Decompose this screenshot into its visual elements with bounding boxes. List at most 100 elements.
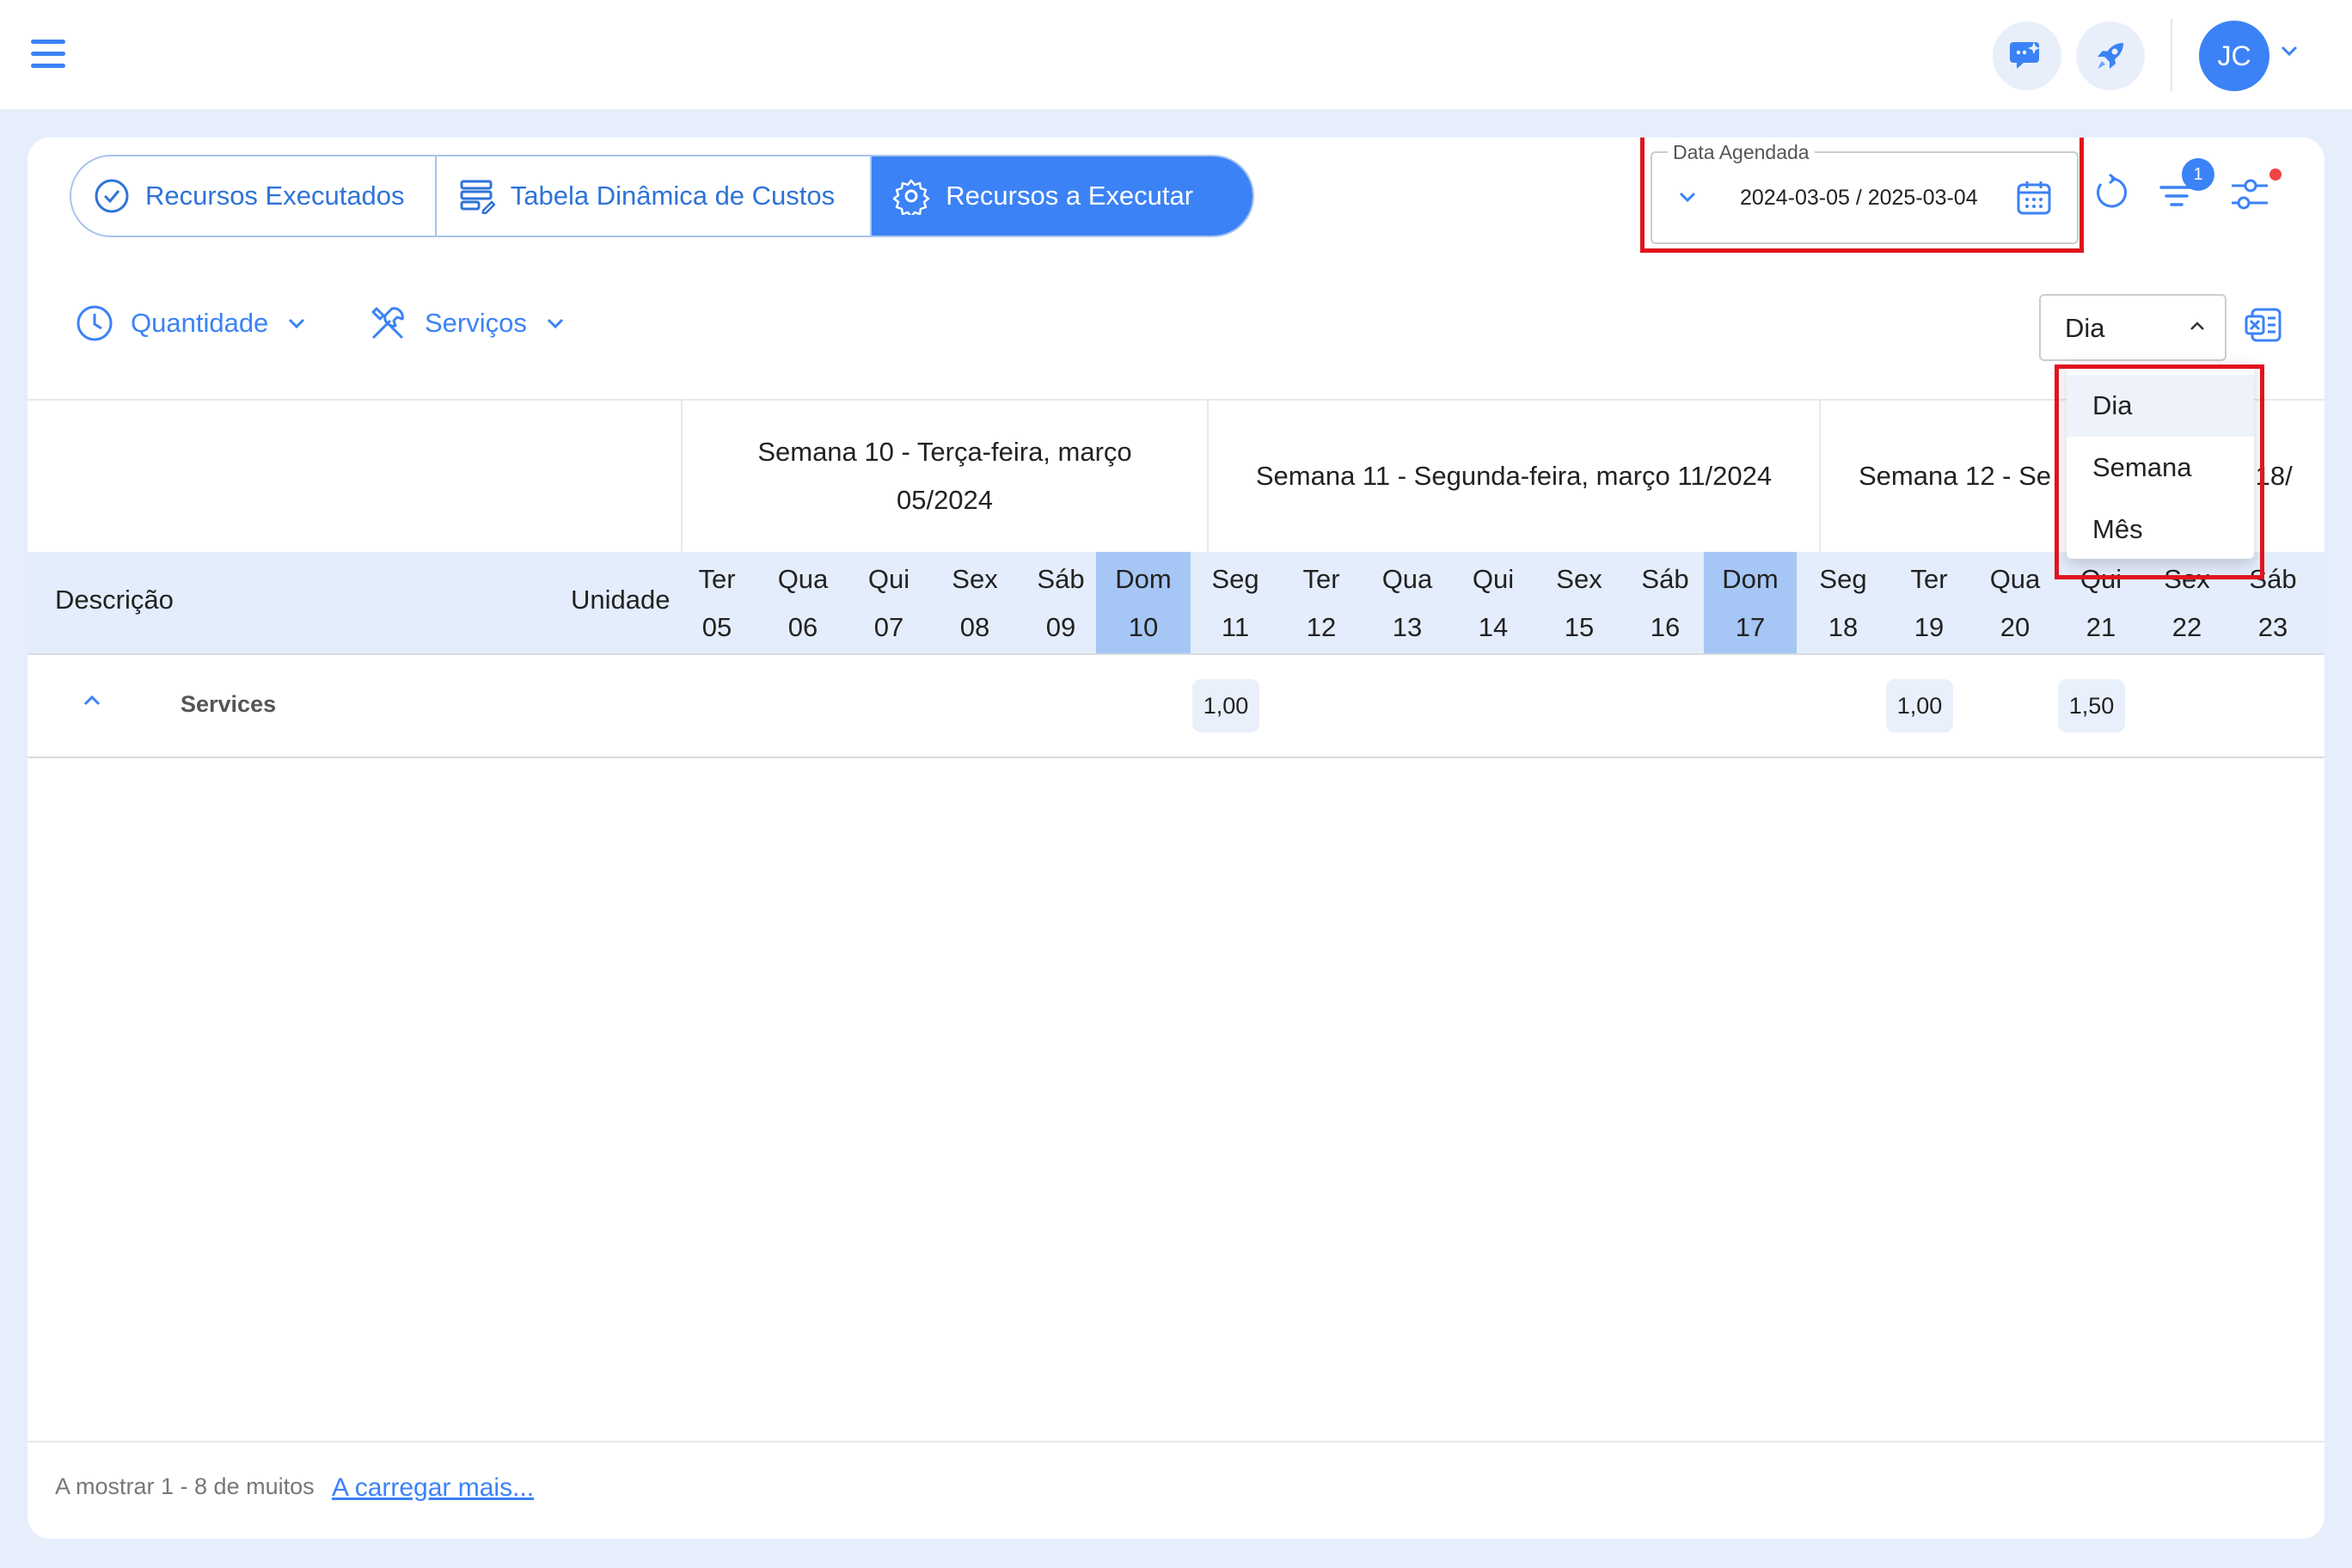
date-range-value[interactable]: 2024-03-05 / 2025-03-04: [1740, 186, 1978, 211]
day-number: 17: [1735, 612, 1766, 642]
tab-tabela-dinamica[interactable]: Tabela Dinâmica de Custos: [437, 156, 873, 236]
rocket-icon[interactable]: [2076, 21, 2145, 90]
day-column-header: Sex 15: [1536, 552, 1622, 653]
refresh-icon[interactable]: [2092, 173, 2130, 216]
week-label: Semana 10 - Terça-feira, março: [757, 437, 1132, 467]
day-column-header: Seg 18: [1800, 552, 1886, 653]
day-column-header: Qui 14: [1450, 552, 1536, 653]
menu-icon[interactable]: [31, 40, 65, 69]
day-name: Qua: [777, 564, 829, 594]
day-column-header: Sex 08: [932, 552, 1018, 653]
cell-value[interactable]: 1,00: [1886, 679, 1953, 732]
day-name: Qui: [867, 564, 910, 594]
chevron-down-icon[interactable]: [1678, 191, 1697, 207]
chat-sparkle-icon[interactable]: [1993, 21, 2061, 90]
day-name: Sáb: [2249, 564, 2297, 594]
tab-recursos-executados[interactable]: Recursos Executados: [71, 156, 437, 236]
chevron-up-icon[interactable]: [83, 695, 101, 711]
day-name: Qua: [1381, 564, 1433, 594]
day-column-header: Sáb 23: [2230, 552, 2316, 653]
quantity-filter[interactable]: Quantidade: [76, 297, 306, 349]
day-number: 14: [1478, 612, 1509, 642]
day-number: 05: [701, 612, 732, 642]
day-name: Sex: [952, 564, 998, 594]
day-number: 19: [1914, 612, 1945, 642]
tab-label: Tabela Dinâmica de Custos: [510, 181, 836, 211]
day-name: Ter: [698, 564, 736, 594]
day-number: 15: [1564, 612, 1595, 642]
view-tabs: Recursos Executados Tabela Dinâmica de C…: [70, 155, 1254, 237]
day-number: 18: [1828, 612, 1859, 642]
day-name: Sáb: [1037, 564, 1085, 594]
chevron-down-icon[interactable]: [2280, 45, 2299, 61]
period-select-value: Dia: [2065, 313, 2105, 343]
period-dropdown-menu: Dia Semana Mês: [2067, 363, 2254, 559]
date-range-field[interactable]: Data Agendada 2024-03-05 / 2025-03-04: [1651, 141, 2079, 244]
day-column-header: Dom 10: [1096, 552, 1191, 653]
day-column-header: Ter 05: [674, 552, 760, 653]
check-circle-icon: [94, 178, 130, 214]
calendar-icon[interactable]: [2015, 179, 2053, 221]
day-number: 08: [959, 612, 990, 642]
day-column-header: Qui 07: [846, 552, 932, 653]
day-column-header: Sáb 16: [1622, 552, 1708, 653]
day-name: Sex: [1556, 564, 1602, 594]
week-header: Semana 12 - Se: [1819, 401, 2080, 552]
chevron-up-icon: [2189, 320, 2206, 335]
cell-value[interactable]: 1,50: [2058, 679, 2125, 732]
date-field-label: Data Agendada: [1668, 141, 1815, 164]
cell-value[interactable]: 1,00: [1192, 679, 1259, 732]
day-name: Dom: [1115, 564, 1172, 594]
header-divider: [2171, 19, 2172, 91]
day-name: Qui: [2079, 564, 2122, 594]
settings-sliders-icon[interactable]: [2228, 174, 2271, 221]
notification-dot: [2269, 168, 2282, 181]
day-number: 06: [787, 612, 818, 642]
day-column-header: Qua 13: [1364, 552, 1450, 653]
load-more-link[interactable]: A carregar mais...: [332, 1473, 534, 1503]
day-number: 12: [1306, 612, 1337, 642]
week-label: 05/2024: [896, 485, 994, 515]
day-name: Ter: [1910, 564, 1948, 594]
excel-export-icon[interactable]: [2244, 306, 2283, 348]
row-description: Services: [181, 691, 277, 717]
column-header-unit[interactable]: Unidade: [571, 585, 670, 616]
gear-icon: [892, 177, 930, 215]
day-name: Ter: [1302, 564, 1340, 594]
day-column-header: Qui 21: [2058, 552, 2144, 653]
column-header-description[interactable]: Descrição: [55, 585, 174, 616]
menu-item-semana[interactable]: Semana: [2067, 437, 2254, 499]
day-number: 16: [1650, 612, 1681, 642]
menu-item-dia[interactable]: Dia: [2067, 375, 2254, 437]
menu-item-mes[interactable]: Mês: [2067, 499, 2254, 560]
top-bar: JC: [0, 0, 2352, 109]
period-select[interactable]: Dia: [2039, 294, 2226, 361]
day-column-header: Seg 11: [1192, 552, 1278, 653]
day-name: Seg: [1819, 564, 1867, 594]
week-label: Semana 11 - Segunda-feira, março 11/2024: [1255, 461, 1773, 491]
chevron-down-icon: [287, 317, 306, 329]
tab-label: Recursos a Executar: [946, 181, 1194, 211]
day-column-header: Ter 12: [1278, 552, 1364, 653]
table-edit-icon: [459, 178, 495, 214]
day-name: Dom: [1722, 564, 1779, 594]
day-number: 10: [1128, 612, 1159, 642]
day-name: Qui: [1472, 564, 1515, 594]
day-number: 11: [1221, 612, 1250, 642]
day-column-header: Sáb 09: [1018, 552, 1104, 653]
week-header: Semana 10 - Terça-feira, março 05/2024: [681, 401, 1207, 552]
tab-recursos-a-executar[interactable]: Recursos a Executar: [872, 156, 1253, 236]
services-filter[interactable]: Serviços: [368, 297, 565, 349]
day-column-header: Qua 06: [760, 552, 846, 653]
tab-label: Recursos Executados: [145, 181, 405, 211]
day-header-row: Descrição Unidade Ter 05 Qua 06 Qui 07 Sex 08 Sá…: [28, 552, 2324, 655]
day-name: Seg: [1211, 564, 1259, 594]
main-card: Recursos Executados Tabela Dinâmica de C…: [28, 138, 2324, 1539]
avatar[interactable]: JC: [2199, 21, 2269, 91]
day-number: 07: [873, 612, 904, 642]
day-number: 22: [2171, 612, 2202, 642]
day-number: 23: [2257, 612, 2288, 642]
day-column-header: Ter 19: [1886, 552, 1972, 653]
filter-count-badge: 1: [2182, 158, 2214, 191]
services-filter-label: Serviços: [425, 308, 527, 338]
